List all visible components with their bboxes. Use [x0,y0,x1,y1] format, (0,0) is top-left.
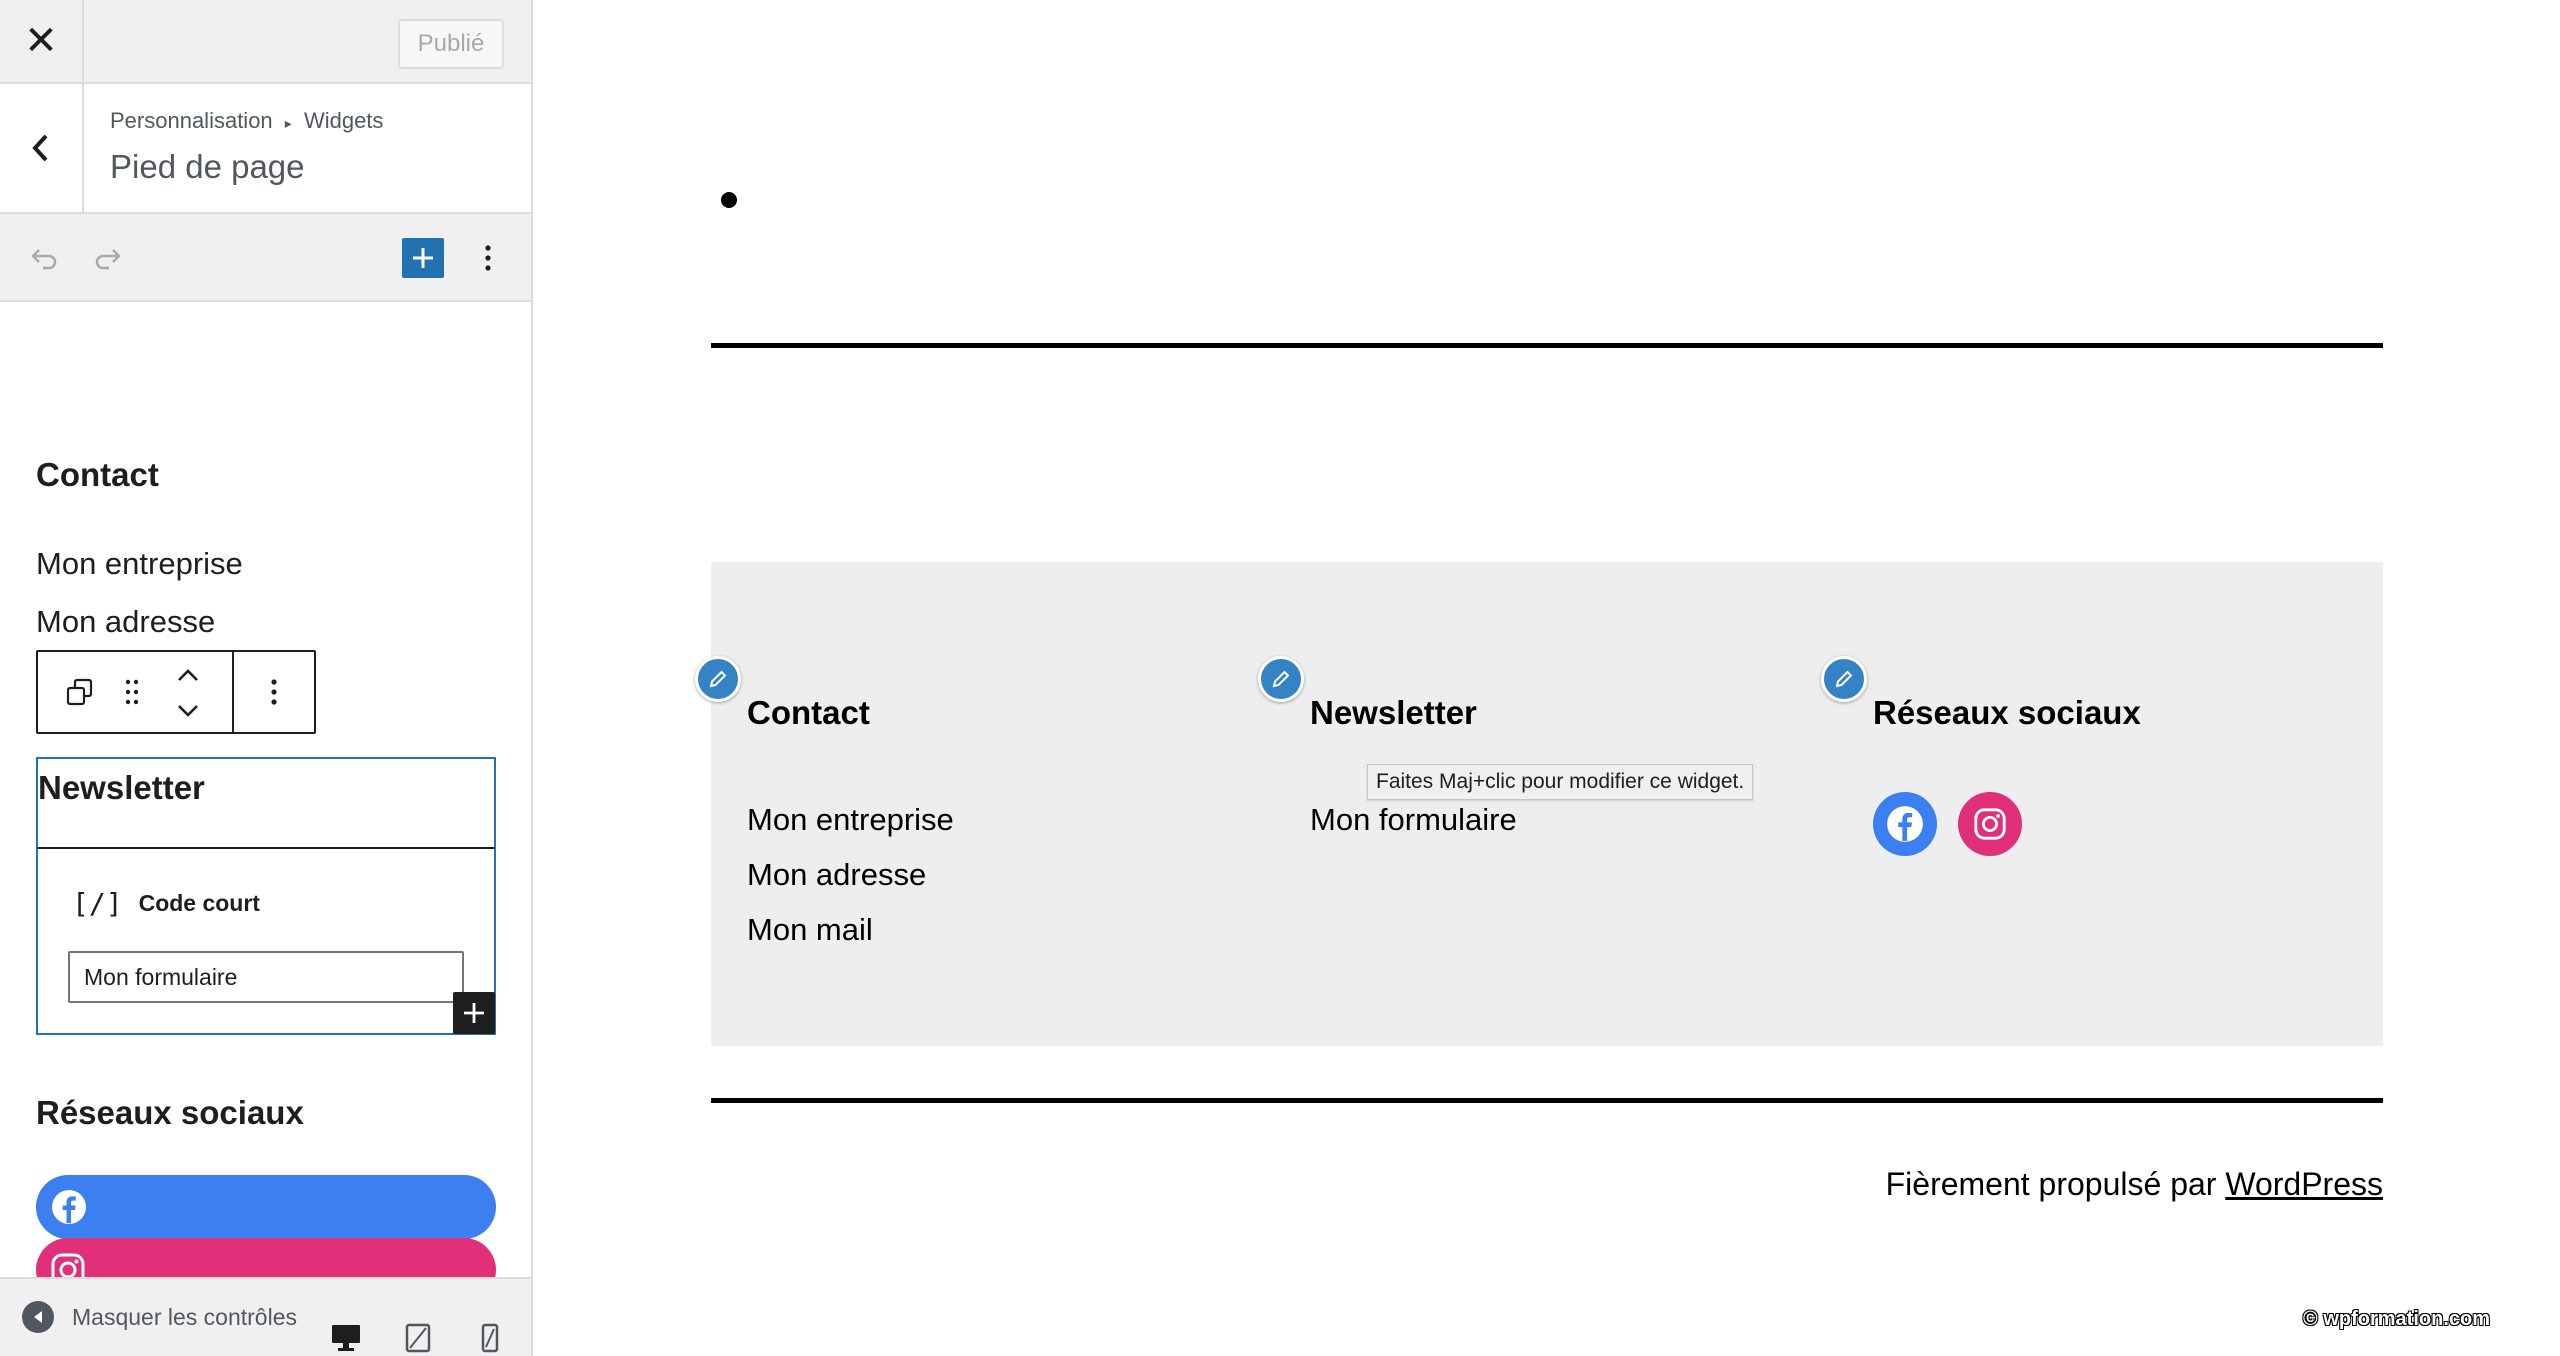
powered-by-text: Fièrement propulsé par WordPress [1886,1166,2383,1203]
separator-top [711,343,2383,348]
section-header: Personnalisation ▸ Widgets Pied de page [0,84,531,214]
more-vertical-icon [271,679,277,705]
instagram-icon [1974,808,2006,840]
newsletter-widget-title[interactable]: Newsletter [38,769,205,807]
facebook-icon [52,1190,86,1224]
watermark: © wpformation.com [2303,1308,2490,1330]
breadcrumb: Personnalisation ▸ Widgets [110,108,383,134]
footer-newsletter-title[interactable]: Newsletter [1310,694,1477,732]
edit-newsletter-widget-button[interactable] [1258,656,1304,702]
social-widget-title[interactable]: Réseaux sociaux [36,1094,304,1132]
site-preview: Contact Mon entreprise Mon adresse Mon m… [533,0,2560,1356]
close-icon: ✕ [24,19,58,63]
toolbar-divider [232,652,234,732]
mobile-icon [481,1323,499,1353]
facebook-link-block[interactable] [36,1175,496,1239]
contact-widget-title[interactable]: Contact [36,456,159,494]
editor-toolbar [0,214,531,302]
wordpress-link[interactable]: WordPress [2225,1166,2383,1202]
facebook-icon [1887,806,1923,842]
footer-contact-company[interactable]: Mon entreprise [747,802,954,838]
footer-contact-mail[interactable]: Mon mail [747,912,873,948]
undo-icon [31,249,57,270]
block-toolbar [36,650,316,734]
add-block-button[interactable] [402,238,444,278]
breadcrumb-child: Widgets [303,108,384,133]
move-down-button[interactable] [168,694,208,728]
breadcrumb-separator-icon: ▸ [284,115,292,131]
sidebar-footer: Masquer les contrôles [0,1277,531,1356]
options-button[interactable] [470,238,506,278]
desktop-icon [332,1325,360,1351]
collapse-icon [22,1301,54,1333]
contact-line-company[interactable]: Mon entreprise [36,546,243,582]
redo-icon [95,249,121,270]
separator-bottom [711,1098,2383,1103]
footer-instagram-link[interactable] [1958,792,2022,856]
shortcode-icon: [/] [72,887,123,920]
pencil-icon [709,670,727,688]
hide-controls-label: Masquer les contrôles [72,1303,297,1330]
sidebar-header: ✕ Publié [0,0,531,84]
duplicate-icon [66,678,93,706]
close-button[interactable]: ✕ [0,0,84,82]
pencil-icon [1835,670,1853,688]
redo-button[interactable] [88,238,128,278]
mobile-preview-button[interactable] [480,1323,500,1356]
customizer-sidebar: ✕ Publié Personnalisation ▸ Widgets Pied… [0,0,533,1356]
footer-contact-address[interactable]: Mon adresse [747,857,926,893]
list-bullet [721,192,737,208]
block-options-button[interactable] [252,672,296,712]
newsletter-widget-block[interactable]: Newsletter [/] Code court [36,757,496,1035]
widget-editor-content: Contact Mon entreprise Mon adresse Newsl… [0,302,531,1302]
hide-controls-button[interactable]: Masquer les contrôles [22,1301,297,1333]
contact-line-address[interactable]: Mon adresse [36,604,215,640]
move-down-icon [178,705,198,717]
tablet-icon [405,1323,431,1353]
more-vertical-icon [485,245,491,271]
desktop-preview-button[interactable] [330,1323,362,1356]
shortcode-input[interactable] [68,951,464,1003]
plus-icon [464,1003,484,1023]
page-title: Pied de page [110,148,305,185]
edit-widget-tooltip: Faites Maj+clic pour modifier ce widget. [1367,764,1754,800]
shortcode-block-name: Code court [138,890,260,916]
undo-button[interactable] [24,238,64,278]
publish-button[interactable]: Publié [398,19,504,69]
tablet-preview-button[interactable] [404,1323,432,1356]
edit-contact-widget-button[interactable] [695,656,741,702]
drag-handle-icon [125,679,139,705]
move-up-button[interactable] [168,658,208,692]
pencil-icon [1272,670,1290,688]
footer-contact-title[interactable]: Contact [747,694,870,732]
block-inserter-button[interactable] [453,992,495,1034]
chevron-left-icon [32,134,48,162]
plus-icon [413,248,433,268]
footer-widgets-area: Contact Mon entreprise Mon adresse Mon m… [695,562,2383,1046]
footer-newsletter-form[interactable]: Mon formulaire [1310,802,1517,838]
shortcode-block-label: [/] Code court [72,887,260,920]
footer-facebook-link[interactable] [1873,792,1937,856]
footer-social-title[interactable]: Réseaux sociaux [1873,694,2141,732]
newsletter-heading-block[interactable]: Newsletter [38,759,494,849]
transform-block-button[interactable] [60,672,100,712]
back-button[interactable] [0,84,84,212]
powered-by-prefix: Fièrement propulsé par [1885,1166,2217,1202]
edit-social-widget-button[interactable] [1821,656,1867,702]
breadcrumb-parent: Personnalisation [110,108,273,133]
move-up-icon [178,669,198,681]
drag-handle[interactable] [114,672,150,712]
